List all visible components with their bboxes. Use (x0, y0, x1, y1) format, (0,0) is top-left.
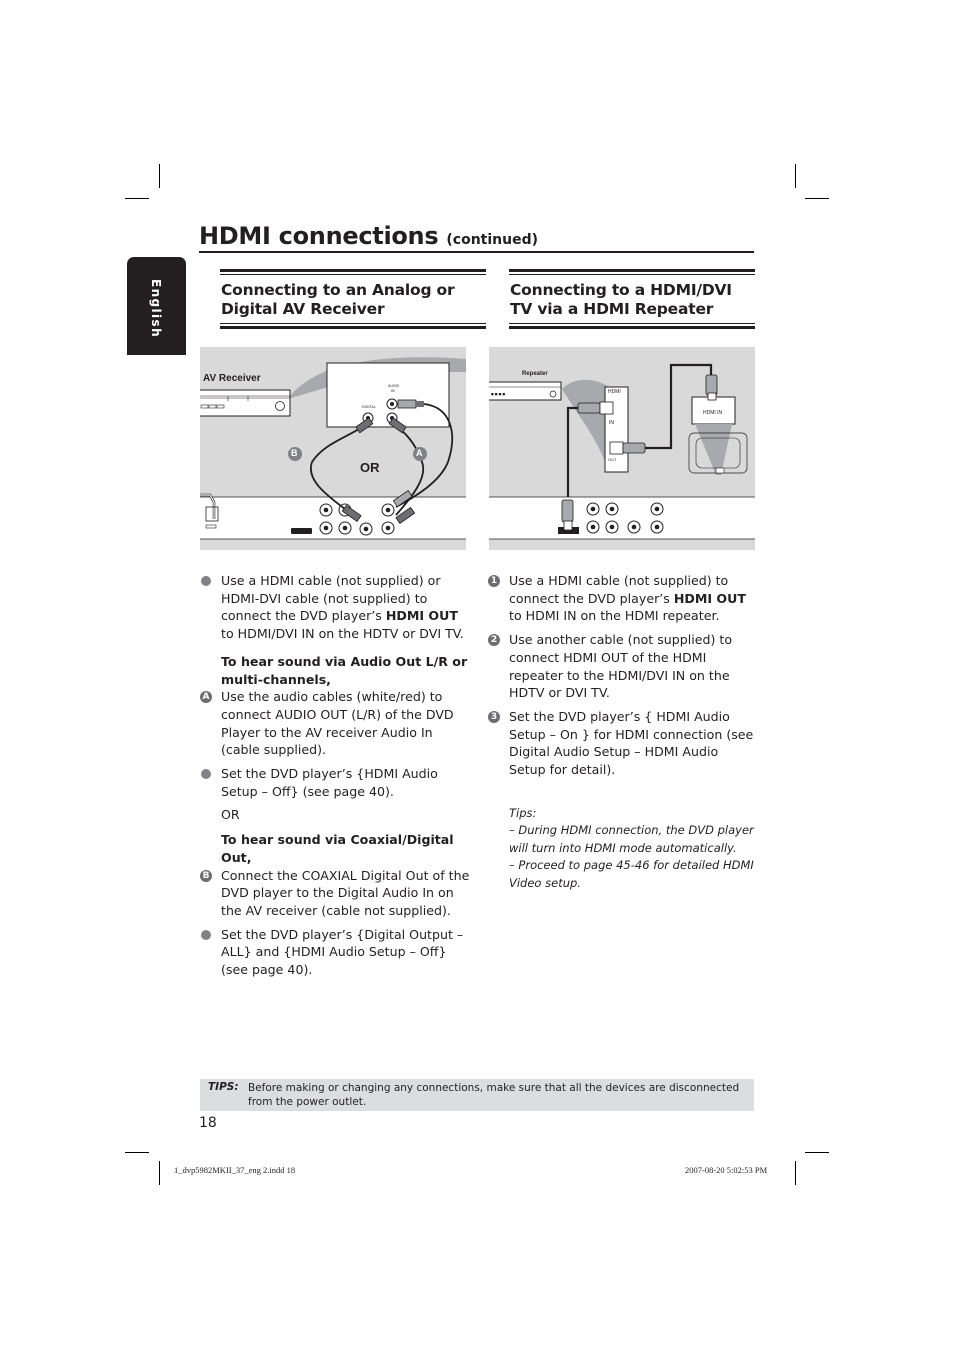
step-hdmi-connect: Use a HDMI cable (not supplied) or HDMI-… (200, 572, 470, 643)
right-instructions: 1 Use a HDMI cable (not supplied) to con… (488, 572, 758, 892)
crop-mark (795, 164, 796, 188)
step-a: A Use the audio cables (white/red) to co… (200, 688, 470, 759)
right-heading-line1: Connecting to a HDMI/DVI (510, 281, 732, 299)
tips-bar-label: TIPS: (208, 1081, 239, 1093)
dvd-player-back (200, 497, 466, 539)
page-title-text: HDMI connections (199, 222, 439, 250)
left-section-heading: Connecting to an Analog or Digital AV Re… (220, 269, 486, 329)
tip-line: – During HDMI connection, the DVD player… (509, 823, 754, 855)
left-heading-line1: Connecting to an Analog or (221, 281, 455, 299)
svg-text:■ ■ ■ ■: ■ ■ ■ ■ (491, 392, 505, 396)
step-3-icon: 3 (488, 710, 500, 723)
marker-a-icon: A (200, 691, 212, 704)
crop-mark (125, 1152, 149, 1153)
step-1-icon: 1 (488, 575, 500, 587)
marker-b-label: B (291, 448, 298, 458)
tips-bar: TIPS: Before making or changing any conn… (200, 1079, 754, 1111)
svg-text:IN: IN (391, 389, 395, 393)
svg-text:DIGITAL: DIGITAL (362, 405, 376, 409)
step-2-icon: 2 (488, 634, 500, 647)
language-tab: English (127, 257, 186, 355)
step-digital-output: Set the DVD player’s {Digital Output – A… (200, 926, 470, 979)
or-text: OR (221, 807, 240, 823)
hdmi-cable-player-to-repeater (566, 406, 578, 502)
crop-mark (159, 1161, 160, 1185)
step-2: 2 Use another cable (not supplied) to co… (488, 631, 758, 702)
footer-timestamp: 2007-08-20 5:02:53 PM (685, 1165, 768, 1175)
tips-block: Tips: – During HDMI connection, the DVD … (488, 805, 758, 893)
hdmi-repeater-illustration: ■ ■ ■ ■ (489, 363, 755, 540)
crop-mark (805, 1152, 829, 1153)
hdmi-repeater-diagram: ■ ■ ■ ■ Repeater HDMI IN OUT HDMI IN (489, 347, 755, 550)
repeater-hdmi-label: HDMI (608, 389, 621, 395)
crop-mark (795, 1161, 796, 1185)
subheading-coaxial: To hear sound via Coaxial/Digital Out, (221, 832, 454, 865)
right-heading-line2: TV via a HDMI Repeater (510, 300, 714, 318)
step-hdmi-audio-off: Set the DVD player’s {HDMI Audio Setup –… (200, 765, 470, 800)
dvd-player-back (489, 497, 755, 539)
tips-label: Tips: (509, 805, 537, 820)
title-rule (199, 251, 754, 253)
tv-hdmi-in-label: HDMI IN (703, 410, 723, 416)
right-section-heading: Connecting to a HDMI/DVI TV via a HDMI R… (509, 269, 755, 329)
step-b: B Connect the COAXIAL Digital Out of the… (200, 867, 470, 920)
bullet-icon (201, 576, 211, 586)
step-1: 1 Use a HDMI cable (not supplied) to con… (488, 572, 758, 625)
page-number: 18 (199, 1115, 217, 1131)
crop-mark (805, 198, 829, 199)
av-receiver-label: AV Receiver (203, 373, 261, 384)
bullet-icon (201, 929, 211, 940)
page-title: HDMI connections (continued) (199, 222, 538, 250)
subheading-analog: To hear sound via Audio Out L/R or multi… (221, 653, 468, 687)
language-tab-label: English (149, 279, 163, 339)
left-heading-line2: Digital AV Receiver (221, 300, 385, 318)
bullet-icon (201, 769, 211, 780)
marker-b-icon: B (200, 869, 212, 882)
page-title-suffix: (continued) (446, 232, 539, 248)
av-receiver-diagram: AUDIO IN DIGITAL AV Receiver OR B A (200, 347, 466, 550)
step-3: 3 Set the DVD player’s { HDMI Audio Setu… (488, 708, 758, 779)
crop-mark (159, 164, 160, 188)
tip-line: – Proceed to page 45-46 for detailed HDM… (509, 858, 754, 890)
or-label: OR (360, 460, 380, 475)
repeater-out-label: OUT (608, 457, 617, 462)
left-instructions: Use a HDMI cable (not supplied) or HDMI-… (200, 572, 470, 985)
repeater-label: Repeater (522, 371, 548, 377)
repeater-in-label: IN (609, 420, 614, 426)
tips-bar-text: Before making or changing any connection… (248, 1082, 740, 1108)
svg-text:AUDIO: AUDIO (388, 384, 400, 388)
repeater-body (489, 381, 562, 401)
crop-mark (125, 198, 149, 199)
marker-a-label: A (416, 448, 423, 458)
footer-file: 1_dvp5982MKII_37_eng 2.indd 18 (174, 1165, 296, 1175)
